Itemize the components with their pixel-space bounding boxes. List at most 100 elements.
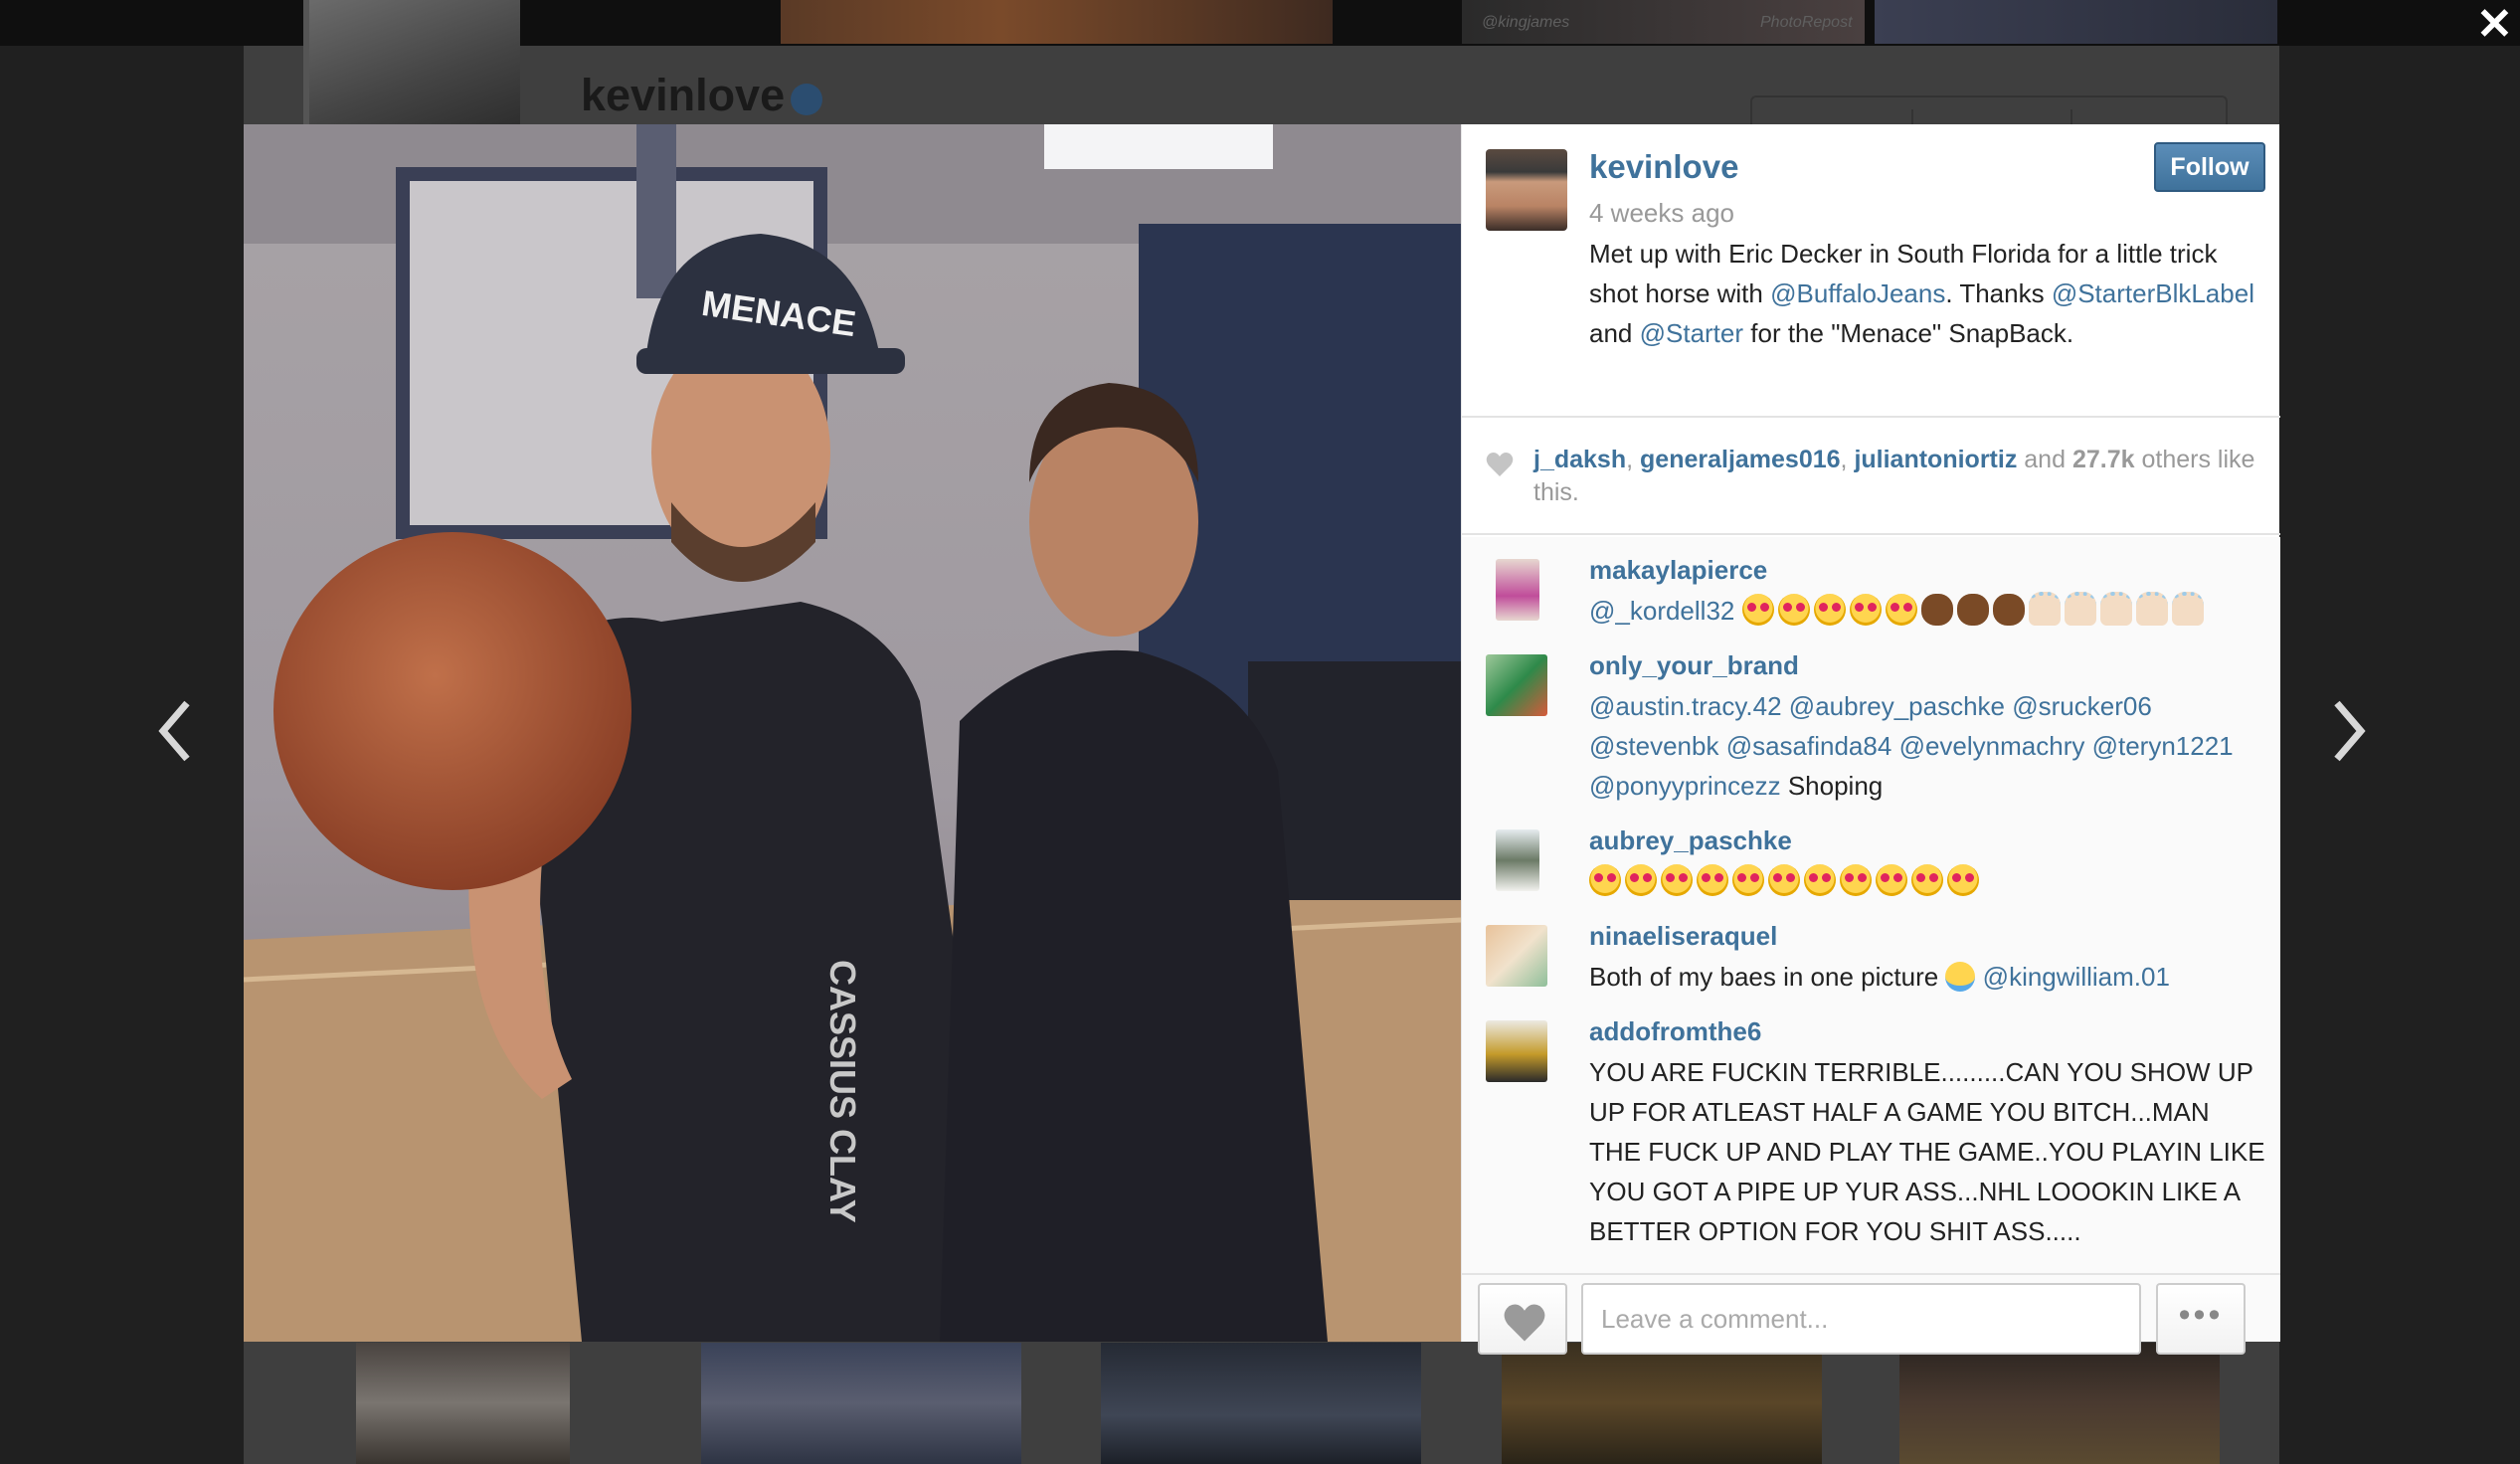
chevron-right-icon[interactable] <box>2317 691 2377 771</box>
comment-mention[interactable]: @_kordell32 <box>1589 596 1734 626</box>
heart-eyes-emoji-icon <box>1911 864 1943 896</box>
heart-eyes-emoji-icon <box>1813 594 1846 626</box>
post-caption: Met up with Eric Decker in South Florida… <box>1589 234 2260 353</box>
heart-eyes-emoji-icon <box>1947 864 1979 896</box>
author-avatar[interactable] <box>1486 149 1567 231</box>
clapping-hands-icon <box>2135 592 2168 626</box>
heart-eyes-emoji-icon <box>1777 594 1810 626</box>
comment-username[interactable]: only_your_brand <box>1589 650 1799 681</box>
like-button[interactable] <box>1478 1283 1567 1355</box>
grid-thumbnail[interactable] <box>356 1343 570 1464</box>
comments-list[interactable]: makaylapierce @_kordell32 only_your_bran… <box>1462 537 2280 1273</box>
caption-mention[interactable]: @BuffaloJeans <box>1770 278 1945 308</box>
liker-username[interactable]: juliantoniortiz <box>1854 446 2017 473</box>
shirt-text: CASSIUS CLAY <box>822 960 863 1223</box>
comment-username[interactable]: aubrey_paschke <box>1589 825 1792 856</box>
heart-eyes-emoji-icon <box>1697 864 1728 896</box>
caption-text: . Thanks <box>1945 278 2052 308</box>
comment-mention[interactable]: @stevenbk <box>1589 731 1718 761</box>
caption-mention[interactable]: @StarterBlkLabel <box>2052 278 2254 308</box>
profile-stats <box>1750 95 2228 127</box>
profile-avatar <box>303 0 520 125</box>
comment-body: Shoping <box>1787 771 1884 801</box>
heart-eyes-emoji-icon <box>1768 864 1800 896</box>
comment-username[interactable]: makaylapierce <box>1589 555 1767 586</box>
heart-eyes-emoji-icon <box>1804 864 1836 896</box>
comment-mention[interactable]: @srucker06 <box>2012 691 2152 721</box>
profile-username: kevinlove <box>581 70 786 120</box>
comment-mention[interactable]: @sasafinda84 <box>1726 731 1892 761</box>
see-no-evil-monkey-icon <box>1920 594 1953 626</box>
comment-text: @_kordell32 <box>1589 591 2265 631</box>
comment-mention[interactable]: @evelynmachry <box>1899 731 2085 761</box>
commenter-avatar[interactable] <box>1496 829 1539 891</box>
background-photo-strip <box>1875 0 2277 44</box>
liker-username[interactable]: generaljames016 <box>1640 446 1841 473</box>
see-no-evil-monkey-icon <box>1992 594 2025 626</box>
comment-username[interactable]: ninaeliseraquel <box>1589 921 1777 952</box>
heart-eyes-emoji-icon <box>1589 864 1621 896</box>
background-photo-strip: @kingjames PhotoRepost <box>1462 0 1865 44</box>
comment-item: ninaeliseraquel Both of my baes in one p… <box>1462 903 2280 999</box>
heart-icon <box>1504 1304 1545 1342</box>
heart-eyes-emoji-icon <box>1732 864 1764 896</box>
caption-text: and <box>1589 318 1640 348</box>
comment-item: addofromthe6 YOU ARE FUCKIN TERRIBLE....… <box>1462 999 2280 1273</box>
see-no-evil-monkey-icon <box>1956 594 1989 626</box>
clapping-hands-icon <box>2171 592 2204 626</box>
likes-and: and <box>2024 446 2066 473</box>
post-sidebar: kevinlove 4 weeks ago Follow Met up with… <box>1461 124 2280 1355</box>
comment-item: makaylapierce @_kordell32 <box>1462 537 2280 631</box>
heart-eyes-emoji-icon <box>1741 594 1774 626</box>
heart-icon <box>1486 453 1514 476</box>
close-icon[interactable]: ✕ <box>2476 3 2513 47</box>
grid-thumbnail[interactable] <box>1502 1343 1822 1464</box>
heart-eyes-emoji-icon <box>1625 864 1657 896</box>
comment-item: aubrey_paschke <box>1462 808 2280 903</box>
grid-thumbnail[interactable] <box>1101 1343 1421 1464</box>
commenter-avatar[interactable] <box>1486 654 1547 716</box>
heart-eyes-emoji-icon <box>1840 864 1872 896</box>
comment-text: @austin.tracy.42 @aubrey_paschke @srucke… <box>1589 686 2265 806</box>
commenter-avatar[interactable] <box>1496 559 1539 621</box>
post-header: kevinlove 4 weeks ago Follow Met up with… <box>1462 124 2280 418</box>
heart-eyes-emoji-icon <box>1876 864 1907 896</box>
comment-mention[interactable]: @ponyyprincezz <box>1589 771 1781 801</box>
more-options-button[interactable]: ••• <box>2156 1283 2246 1355</box>
chevron-left-icon[interactable] <box>147 691 207 771</box>
post-photo[interactable]: MENACE CASSIUS CLAY <box>244 124 1461 1342</box>
comment-input[interactable] <box>1581 1283 2141 1355</box>
comment-body: Both of my baes in one picture <box>1589 962 1939 992</box>
author-username[interactable]: kevinlove <box>1589 148 1738 186</box>
likes-count[interactable]: 27.7k <box>2072 446 2135 473</box>
watermark-text: @kingjames <box>1482 14 1570 31</box>
comment-text: Both of my baes in one picture @kingwill… <box>1589 957 2265 997</box>
heart-eyes-emoji-icon <box>1849 594 1882 626</box>
clapping-hands-icon <box>2099 592 2132 626</box>
clapping-hands-icon <box>2064 592 2096 626</box>
grid-thumbnail[interactable] <box>701 1343 1021 1464</box>
comment-text <box>1589 861 2265 901</box>
commenter-avatar[interactable] <box>1486 925 1547 987</box>
caption-mention[interactable]: @Starter <box>1640 318 1743 348</box>
comment-footer: ••• <box>1462 1273 2280 1355</box>
caption-text: for the "Menace" SnapBack. <box>1743 318 2074 348</box>
watermark-text: PhotoRepost <box>1760 14 1853 31</box>
post-timestamp: 4 weeks ago <box>1589 198 1734 228</box>
verified-badge-icon <box>791 84 822 115</box>
comment-body: YOU ARE FUCKIN TERRIBLE.........CAN YOU … <box>1589 1057 2265 1246</box>
follow-button[interactable]: Follow <box>2154 142 2265 192</box>
comment-mention[interactable]: @teryn1221 <box>2092 731 2234 761</box>
comment-mention[interactable]: @aubrey_paschke <box>1789 691 2005 721</box>
commenter-avatar[interactable] <box>1486 1020 1547 1082</box>
comment-mention[interactable]: @kingwilliam.01 <box>1983 962 2170 992</box>
comment-username[interactable]: addofromthe6 <box>1589 1016 1761 1047</box>
heart-eyes-emoji-icon <box>1661 864 1693 896</box>
heart-eyes-emoji-icon <box>1885 594 1917 626</box>
post-modal: MENACE CASSIUS CLAY kevinlove 4 weeks ag… <box>244 124 2280 1355</box>
liker-username[interactable]: j_daksh <box>1533 446 1626 473</box>
grid-thumbnail[interactable] <box>1899 1343 2220 1464</box>
comment-item: only_your_brand @austin.tracy.42 @aubrey… <box>1462 633 2280 808</box>
likes-summary: j_daksh, generaljames016, juliantoniorti… <box>1462 420 2280 535</box>
comment-mention[interactable]: @austin.tracy.42 <box>1589 691 1782 721</box>
